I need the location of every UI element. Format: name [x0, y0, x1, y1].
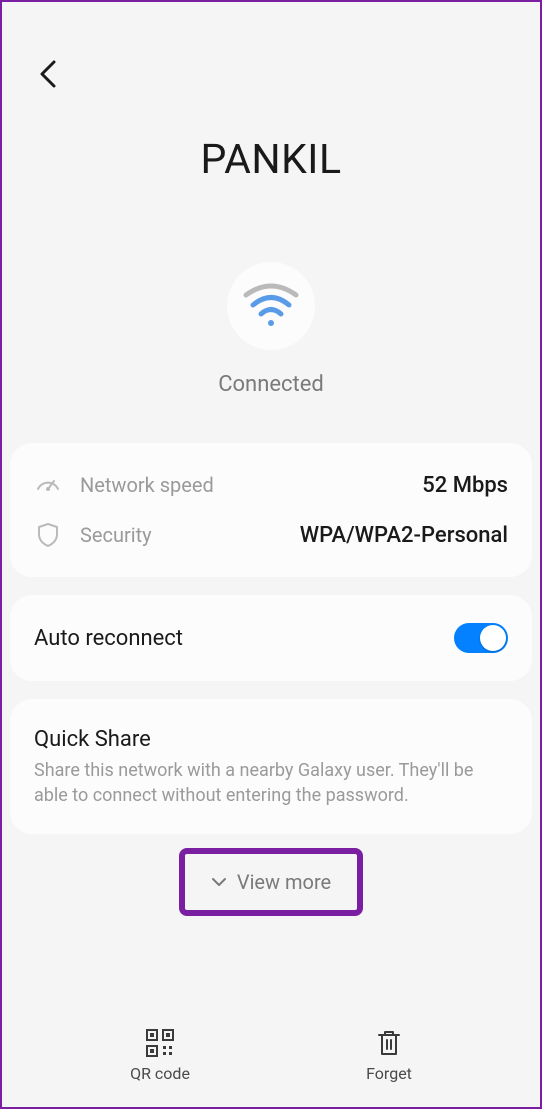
back-button[interactable]	[38, 58, 58, 94]
forget-label: Forget	[366, 1064, 412, 1083]
speed-icon	[34, 471, 62, 499]
bottom-action-bar: QR code Forget	[2, 1003, 540, 1107]
auto-reconnect-card[interactable]: Auto reconnect	[10, 595, 532, 681]
view-more-button[interactable]: View more	[179, 848, 363, 916]
quick-share-card[interactable]: Quick Share Share this network with a ne…	[10, 699, 532, 834]
qr-code-icon	[145, 1028, 175, 1058]
wifi-icon	[242, 283, 300, 329]
auto-reconnect-label: Auto reconnect	[34, 626, 183, 651]
back-icon	[38, 58, 58, 90]
chevron-down-icon	[211, 877, 227, 887]
security-value: WPA/WPA2-Personal	[300, 523, 508, 548]
wifi-icon-container	[2, 262, 540, 350]
network-speed-row: Network speed 52 Mbps	[34, 471, 508, 499]
shield-icon	[34, 521, 62, 549]
speed-value: 52 Mbps	[422, 473, 508, 498]
auto-reconnect-toggle[interactable]	[454, 623, 508, 653]
quick-share-title: Quick Share	[34, 727, 508, 752]
trash-icon	[374, 1028, 404, 1058]
view-more-label: View more	[237, 870, 331, 894]
network-details-card: Network speed 52 Mbps Security WPA/WPA2-…	[10, 443, 532, 577]
network-name: PANKIL	[2, 136, 540, 184]
view-more-container: View more	[2, 848, 540, 916]
quick-share-description: Share this network with a nearby Galaxy …	[34, 758, 508, 808]
security-label: Security	[80, 523, 300, 547]
forget-button[interactable]: Forget	[366, 1028, 412, 1083]
connection-status: Connected	[2, 372, 540, 397]
toggle-knob	[480, 625, 506, 651]
speed-label: Network speed	[80, 473, 422, 497]
qr-code-button[interactable]: QR code	[130, 1028, 190, 1083]
qr-code-label: QR code	[130, 1064, 190, 1083]
wifi-signal-circle	[227, 262, 315, 350]
security-row: Security WPA/WPA2-Personal	[34, 521, 508, 549]
